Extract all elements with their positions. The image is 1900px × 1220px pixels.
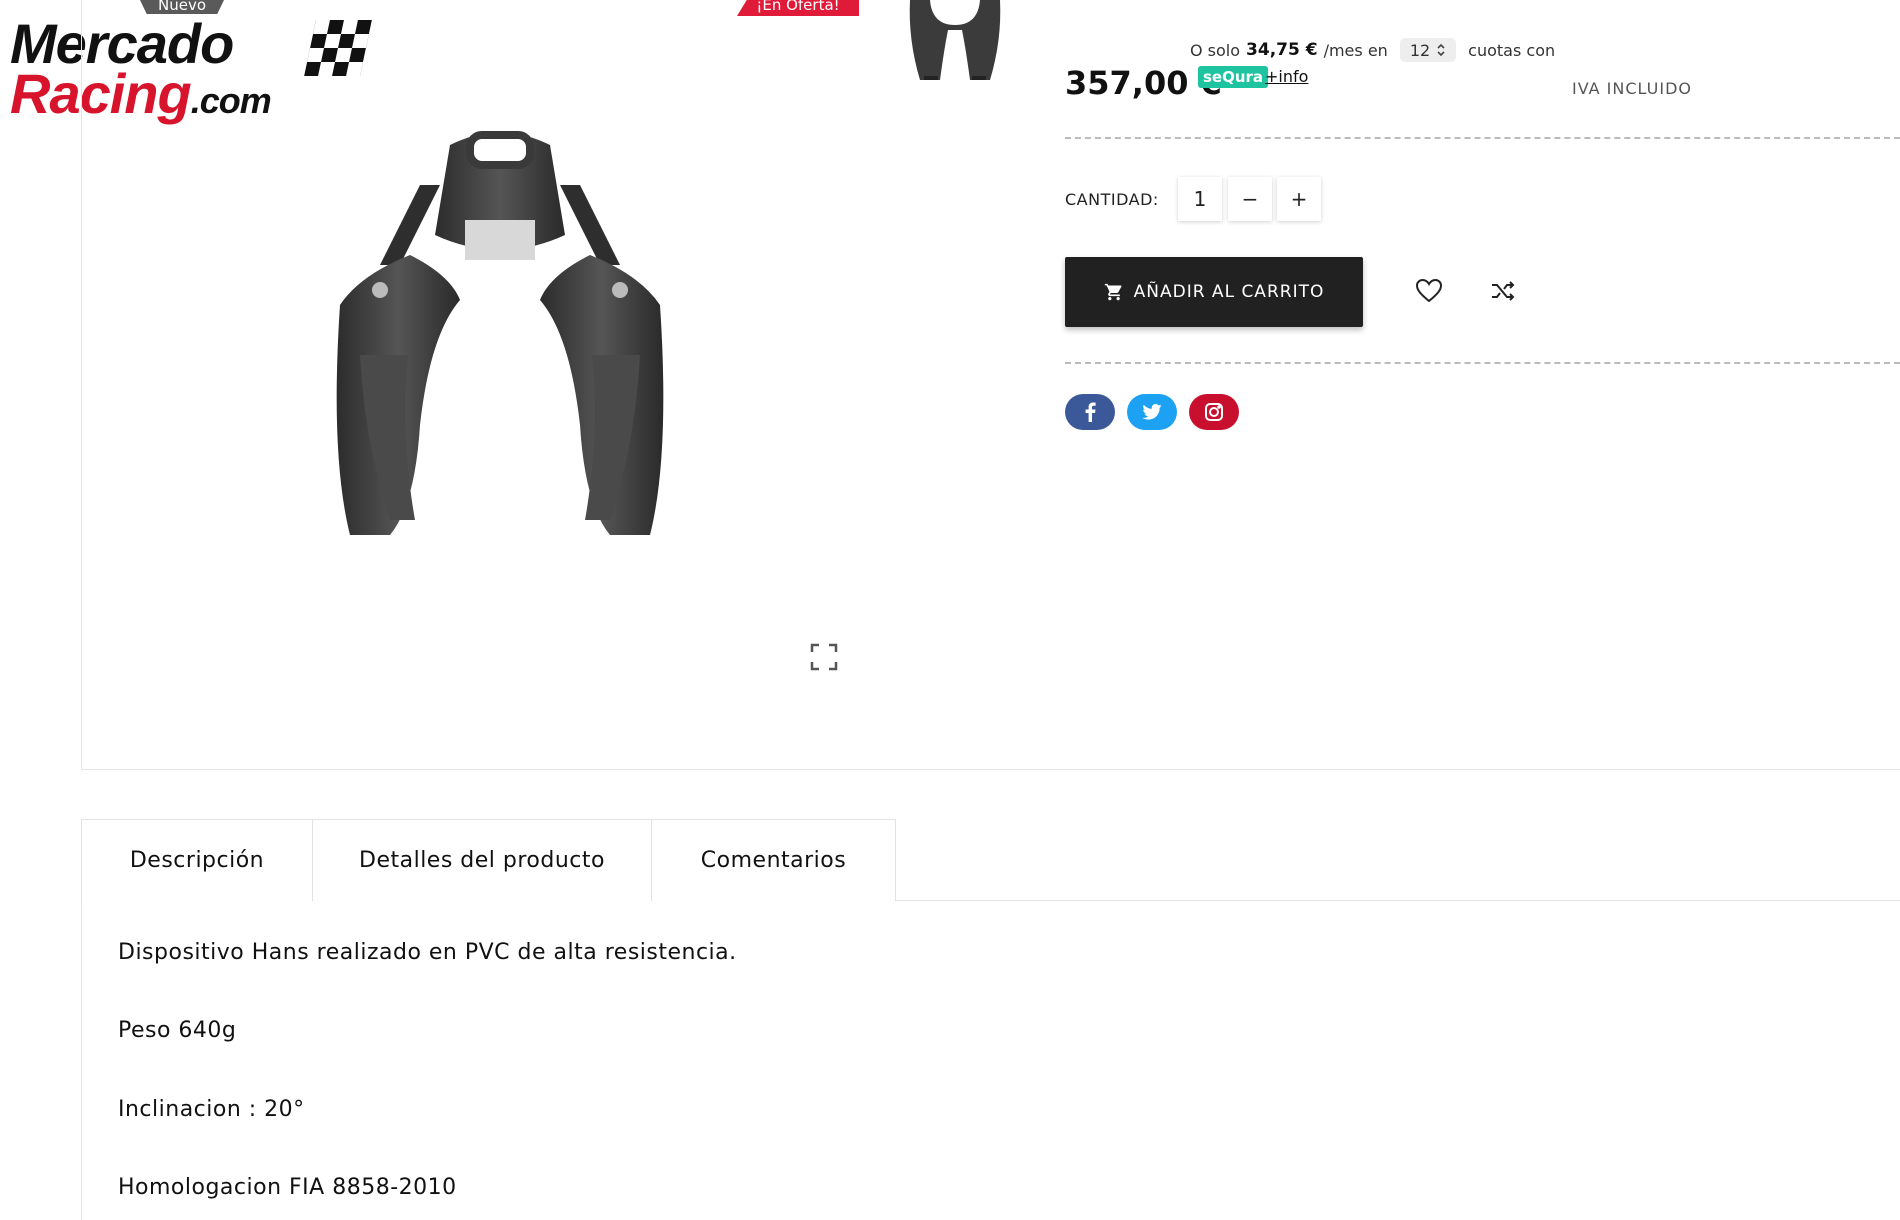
installment-prefix: O solo [1190,40,1241,60]
shuffle-icon[interactable] [1490,279,1516,303]
tab-detalles-producto[interactable]: Detalles del producto [312,819,652,901]
quantity-input[interactable]: 1 [1178,177,1222,221]
instagram-icon [1205,403,1223,421]
installment-months-select[interactable]: 12 [1399,38,1457,62]
sequra-info-link[interactable]: +info [1265,67,1308,86]
divider [1065,137,1900,139]
heart-icon[interactable] [1415,278,1443,304]
description-line: Peso 640g [118,1018,237,1043]
facebook-icon [1085,402,1096,422]
add-to-cart-button[interactable]: AÑADIR AL CARRITO [1065,257,1363,327]
description-line: Dispositivo Hans realizado en PVC de alt… [118,940,737,965]
tab-descripcion[interactable]: Descripción [81,819,313,901]
quantity-increase-button[interactable]: + [1277,177,1321,221]
add-to-cart-label: AÑADIR AL CARRITO [1133,282,1325,302]
tax-note: IVA INCLUIDO [1572,79,1692,98]
tab-comentarios[interactable]: Comentarios [651,819,896,901]
installment-amount: 34,75 € [1246,40,1318,60]
badge-offer: ¡En Oferta! [737,0,859,16]
installment-suffix: cuotas con [1468,40,1556,60]
twitter-share-button[interactable] [1127,394,1177,430]
installment-per: /mes en [1323,40,1388,60]
instagram-share-button[interactable] [1189,394,1239,430]
installment-info: O solo 34,75 € /mes en 12 cuotas con [1190,38,1555,62]
twitter-icon [1142,404,1162,420]
quantity-decrease-button[interactable]: − [1228,177,1272,221]
description-line: Homologacion FIA 8858-2010 [118,1175,457,1200]
quantity-label: CANTIDAD: [1065,190,1159,209]
cart-icon [1104,283,1122,301]
divider [1065,362,1900,364]
product-thumbnail[interactable] [900,0,1010,90]
product-image-hans-device[interactable] [320,125,680,545]
facebook-share-button[interactable] [1065,394,1115,430]
sequra-logo: seQura [1198,66,1269,88]
description-line: Inclinacion : 20° [118,1097,305,1122]
fullscreen-icon[interactable] [810,643,838,671]
chevron-updown-icon [1437,43,1445,57]
badge-new: Nuevo [140,0,224,14]
